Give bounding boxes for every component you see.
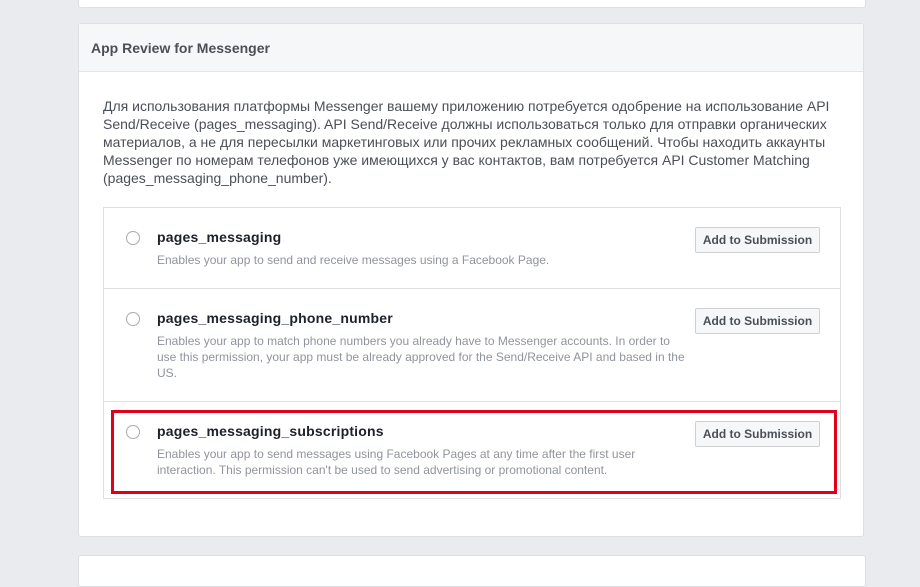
permission-description: Enables your app to match phone numbers … [157, 334, 685, 380]
permission-list: pages_messaging Enables your app to send… [103, 207, 841, 499]
permission-name: pages_messaging_subscriptions [157, 423, 384, 439]
permission-row-pages-messaging-phone-number: pages_messaging_phone_number Enables you… [104, 289, 840, 402]
radio-button[interactable] [126, 231, 140, 245]
permission-row-pages-messaging: pages_messaging Enables your app to send… [104, 208, 840, 289]
card-header: App Review for Messenger [79, 24, 863, 72]
radio-button[interactable] [126, 312, 140, 326]
add-to-submission-button[interactable]: Add to Submission [695, 227, 820, 253]
next-section-card [78, 555, 866, 587]
permission-description: Enables your app to send messages using … [157, 447, 636, 477]
permission-description: Enables your app to send and receive mes… [157, 253, 550, 267]
add-to-submission-button[interactable]: Add to Submission [695, 421, 820, 447]
previous-section-card [78, 0, 866, 8]
intro-text: Для использования платформы Messenger ва… [103, 98, 830, 186]
permission-name: pages_messaging_phone_number [157, 310, 393, 326]
radio-button[interactable] [126, 425, 140, 439]
permission-name: pages_messaging [157, 229, 282, 245]
add-to-submission-button[interactable]: Add to Submission [695, 308, 820, 334]
permission-row-pages-messaging-subscriptions: pages_messaging_subscriptions Enables yo… [104, 402, 840, 498]
card-title: App Review for Messenger [91, 39, 270, 56]
app-review-messenger-card: App Review for Messenger Для использован… [78, 23, 864, 537]
